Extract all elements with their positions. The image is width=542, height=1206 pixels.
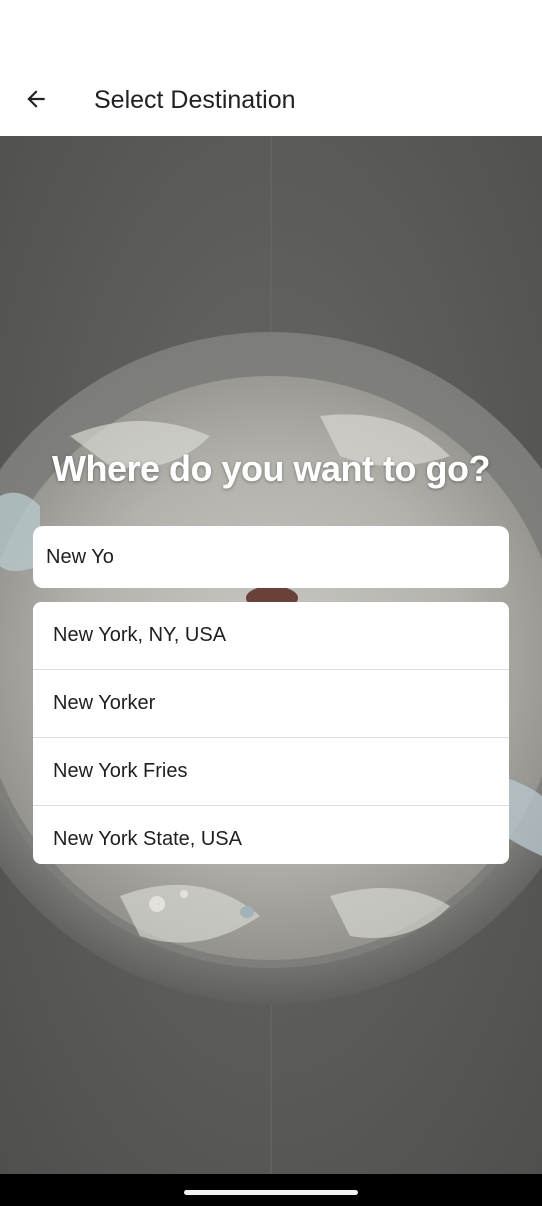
headline: Where do you want to go?	[52, 448, 490, 489]
app-bar: Select Destination	[0, 62, 542, 136]
status-bar	[0, 0, 542, 62]
suggestion-item[interactable]: New York State, USA	[33, 806, 509, 864]
suggestions-list: New York, NY, USA New Yorker New York Fr…	[33, 602, 509, 864]
page-title: Select Destination	[94, 86, 296, 114]
suggestion-item[interactable]: New York Fries	[33, 738, 509, 806]
destination-search-input[interactable]	[33, 526, 509, 588]
home-indicator[interactable]	[184, 1190, 358, 1195]
suggestion-item[interactable]: New York, NY, USA	[33, 602, 509, 670]
screen: Select Destination Where do you want to …	[0, 0, 542, 1206]
arrow-left-icon	[27, 90, 45, 108]
suggestion-item[interactable]: New Yorker	[33, 670, 509, 738]
hero-section: Where do you want to go? New York, NY, U…	[0, 136, 542, 1174]
back-button[interactable]	[14, 77, 58, 121]
system-navigation-bar	[0, 1174, 542, 1206]
